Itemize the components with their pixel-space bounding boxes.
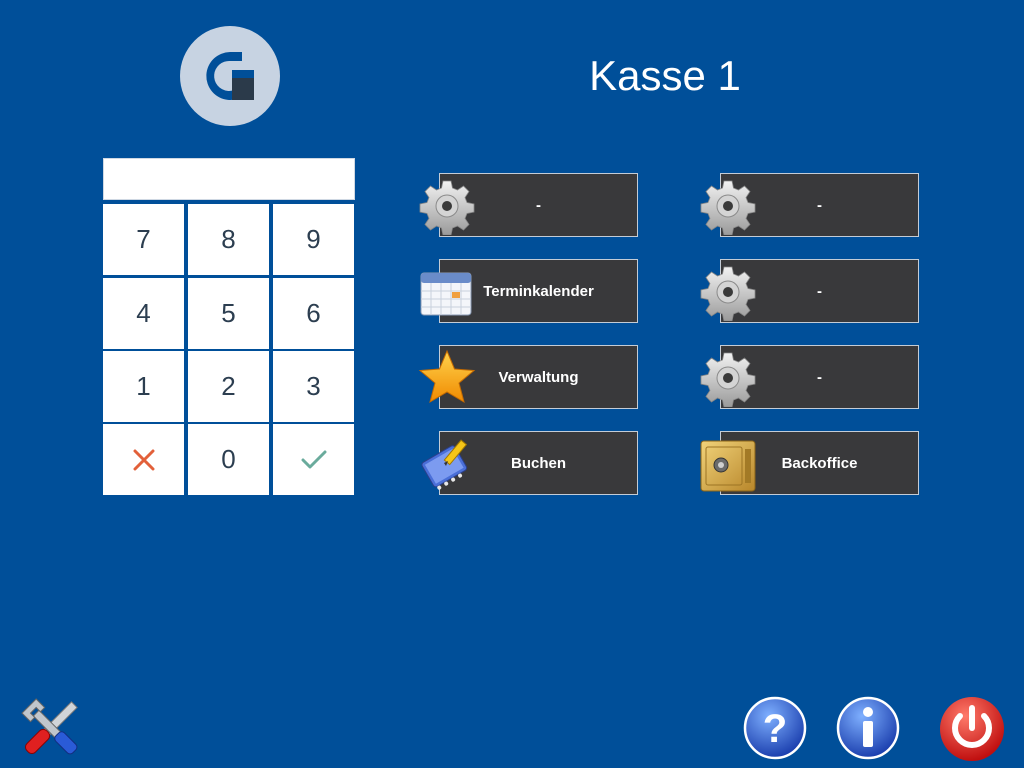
verwaltung-button[interactable]: Verwaltung xyxy=(418,345,638,409)
svg-text:?: ? xyxy=(763,707,787,751)
star-icon xyxy=(418,349,476,404)
key-8[interactable]: 8 xyxy=(188,204,269,275)
power-icon[interactable] xyxy=(937,694,1007,764)
gear-icon xyxy=(699,177,757,235)
cross-icon xyxy=(133,449,154,470)
terminkalender-button[interactable]: Terminkalender xyxy=(418,259,638,323)
page-title: Kasse 1 xyxy=(589,52,741,99)
gear-icon xyxy=(418,177,476,235)
confirm-button[interactable] xyxy=(273,424,354,495)
cancel-button[interactable] xyxy=(103,424,184,495)
tile-label: Backoffice xyxy=(781,454,858,472)
key-4[interactable]: 4 xyxy=(103,278,184,349)
key-2[interactable]: 2 xyxy=(188,351,269,422)
key-5[interactable]: 5 xyxy=(188,278,269,349)
notebook-pencil-icon xyxy=(421,439,468,490)
tile-left-1-button[interactable]: - xyxy=(418,173,638,237)
brand-logo-icon xyxy=(180,26,280,126)
pin-display-field[interactable] xyxy=(103,158,355,200)
gear-icon xyxy=(699,263,757,321)
key-1[interactable]: 1 xyxy=(103,351,184,422)
help-icon[interactable]: ? xyxy=(743,696,807,760)
tile-label: - xyxy=(536,196,541,214)
backoffice-button[interactable]: Backoffice xyxy=(699,431,919,495)
key-6[interactable]: 6 xyxy=(273,278,354,349)
info-icon[interactable] xyxy=(836,696,900,760)
key-3[interactable]: 3 xyxy=(273,351,354,422)
calendar-icon xyxy=(420,272,472,316)
key-7[interactable]: 7 xyxy=(103,204,184,275)
tile-right-2-button[interactable]: - xyxy=(699,259,919,323)
gear-icon xyxy=(699,349,757,407)
tile-label: - xyxy=(817,368,822,386)
checkmark-icon xyxy=(301,450,326,468)
tile-label: Verwaltung xyxy=(498,368,579,386)
tile-label: Terminkalender xyxy=(483,282,594,300)
tools-icon[interactable] xyxy=(15,693,87,763)
buchen-button[interactable]: Buchen xyxy=(418,431,638,495)
key-9[interactable]: 9 xyxy=(273,204,354,275)
tile-label: - xyxy=(817,282,822,300)
tile-label: - xyxy=(817,196,822,214)
key-0[interactable]: 0 xyxy=(188,424,269,495)
safe-icon xyxy=(700,440,756,492)
tile-right-1-button[interactable]: - xyxy=(699,173,919,237)
tile-right-3-button[interactable]: - xyxy=(699,345,919,409)
tile-label: Buchen xyxy=(510,454,566,472)
